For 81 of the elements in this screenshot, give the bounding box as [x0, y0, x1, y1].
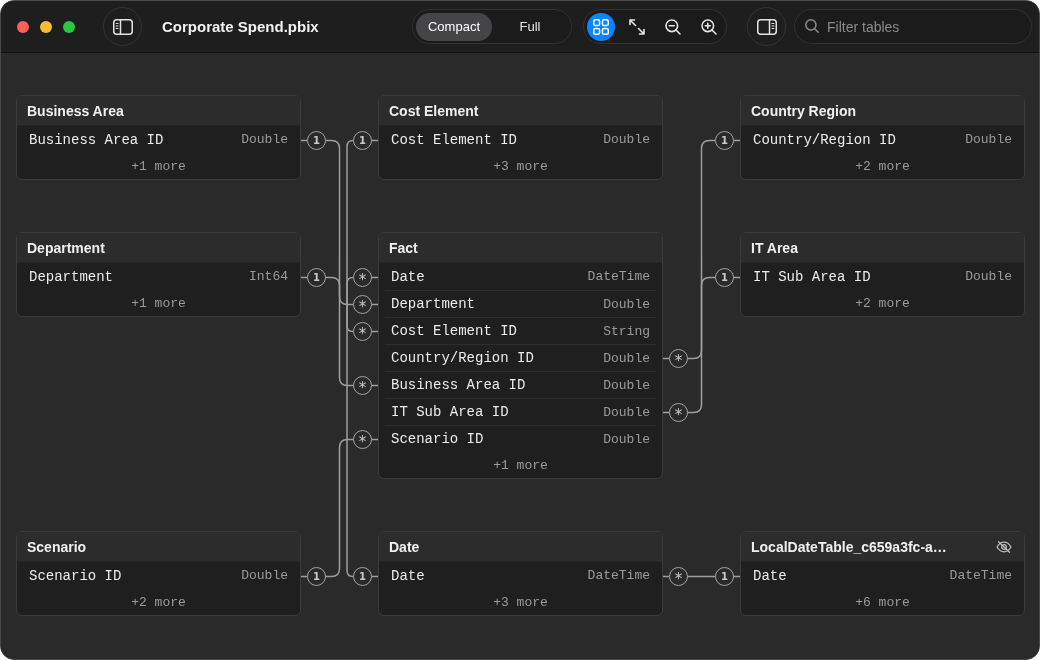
more-columns-label: +1 more [131, 158, 186, 174]
column-type: Double [603, 296, 650, 312]
table-title: Department [27, 239, 105, 256]
column-type: Double [603, 132, 650, 147]
column-type: DateTime [587, 269, 650, 284]
column-type: Int64 [249, 269, 288, 284]
column-type: Double [603, 377, 650, 393]
column-name: Date [753, 567, 787, 584]
column-type: DateTime [949, 568, 1012, 583]
more-columns-label: +3 more [493, 594, 548, 610]
table-title: IT Area [751, 239, 798, 256]
column-type: Double [965, 132, 1012, 147]
cardinality-marker: * [353, 295, 372, 314]
column-type: Double [965, 269, 1012, 284]
column-name: IT Sub Area ID [753, 268, 871, 285]
left-panel-icon [112, 18, 133, 35]
cardinality-marker: 1 [307, 268, 326, 287]
column-name: Date [391, 567, 425, 584]
more-columns-label: +1 more [131, 295, 186, 311]
more-columns-label: +2 more [855, 295, 910, 311]
view-mode-tab[interactable]: Compact [416, 12, 492, 41]
table-title: Scenario [27, 538, 87, 555]
sidebar-toggle-button[interactable] [103, 7, 142, 46]
zoom-button[interactable] [63, 20, 75, 33]
search-icon [805, 19, 819, 33]
arrange-button[interactable] [587, 12, 615, 41]
cardinality-marker: * [353, 322, 372, 341]
column-name: Business Area ID [391, 377, 526, 393]
zoom-in-icon [701, 18, 717, 35]
column-type: String [603, 323, 650, 339]
cardinality-marker: 1 [715, 567, 734, 586]
cardinality-marker: 1 [307, 131, 326, 150]
column-type: Double [241, 132, 288, 147]
grid-icon [593, 18, 609, 35]
more-columns-label: +2 more [855, 158, 910, 174]
minimize-button[interactable] [40, 20, 52, 33]
search-field[interactable]: Filter tables [794, 9, 1032, 44]
more-columns-label: +6 more [855, 594, 910, 610]
view-mode-tab[interactable]: Full [492, 12, 568, 41]
right-panel-icon [756, 18, 777, 35]
cardinality-marker: 1 [715, 131, 734, 150]
cardinality-marker: 1 [353, 567, 372, 586]
table-title: Country Region [751, 102, 856, 119]
column-name: Scenario ID [29, 567, 122, 584]
column-name: Cost Element ID [391, 323, 518, 339]
column-type: DateTime [587, 568, 650, 583]
column-name: IT Sub Area ID [391, 404, 509, 420]
table-title: Fact [389, 239, 418, 256]
column-name: Department [29, 268, 113, 285]
column-name: Date [391, 268, 425, 285]
column-name: Scenario ID [391, 431, 484, 447]
table-title: Date [389, 538, 420, 555]
table-title: Business Area [27, 102, 124, 119]
cardinality-marker: * [353, 430, 372, 449]
column-type: Double [603, 350, 650, 366]
column-type: Double [603, 404, 650, 420]
close-button[interactable] [17, 20, 29, 33]
cardinality-marker: 1 [307, 567, 326, 586]
diagonal-arrows-icon [629, 18, 645, 35]
cardinality-marker: 1 [715, 268, 734, 287]
cardinality-marker: * [669, 567, 688, 586]
inspector-toggle-button[interactable] [747, 7, 786, 46]
window-title: Corporate Spend.pbix [162, 18, 319, 35]
table-title: LocalDateTable_c659a3fc-a… [751, 538, 947, 555]
column-type: Double [603, 431, 650, 447]
more-columns-label: +2 more [131, 594, 186, 610]
table-title: Cost Element [389, 102, 479, 119]
more-columns-label: +1 more [493, 457, 548, 473]
column-name: Department [391, 296, 475, 312]
cardinality-marker: * [669, 349, 688, 368]
cardinality-marker: * [353, 376, 372, 395]
zoom-out-icon [665, 18, 681, 35]
cardinality-marker: 1 [353, 131, 372, 150]
column-name: Cost Element ID [391, 131, 518, 148]
column-name: Country/Region ID [753, 131, 896, 148]
column-type: Double [241, 568, 288, 583]
column-name: Business Area ID [29, 131, 164, 148]
cardinality-marker: * [353, 268, 372, 287]
column-name: Country/Region ID [391, 350, 534, 366]
more-columns-label: +3 more [493, 158, 548, 174]
cardinality-marker: * [669, 403, 688, 422]
